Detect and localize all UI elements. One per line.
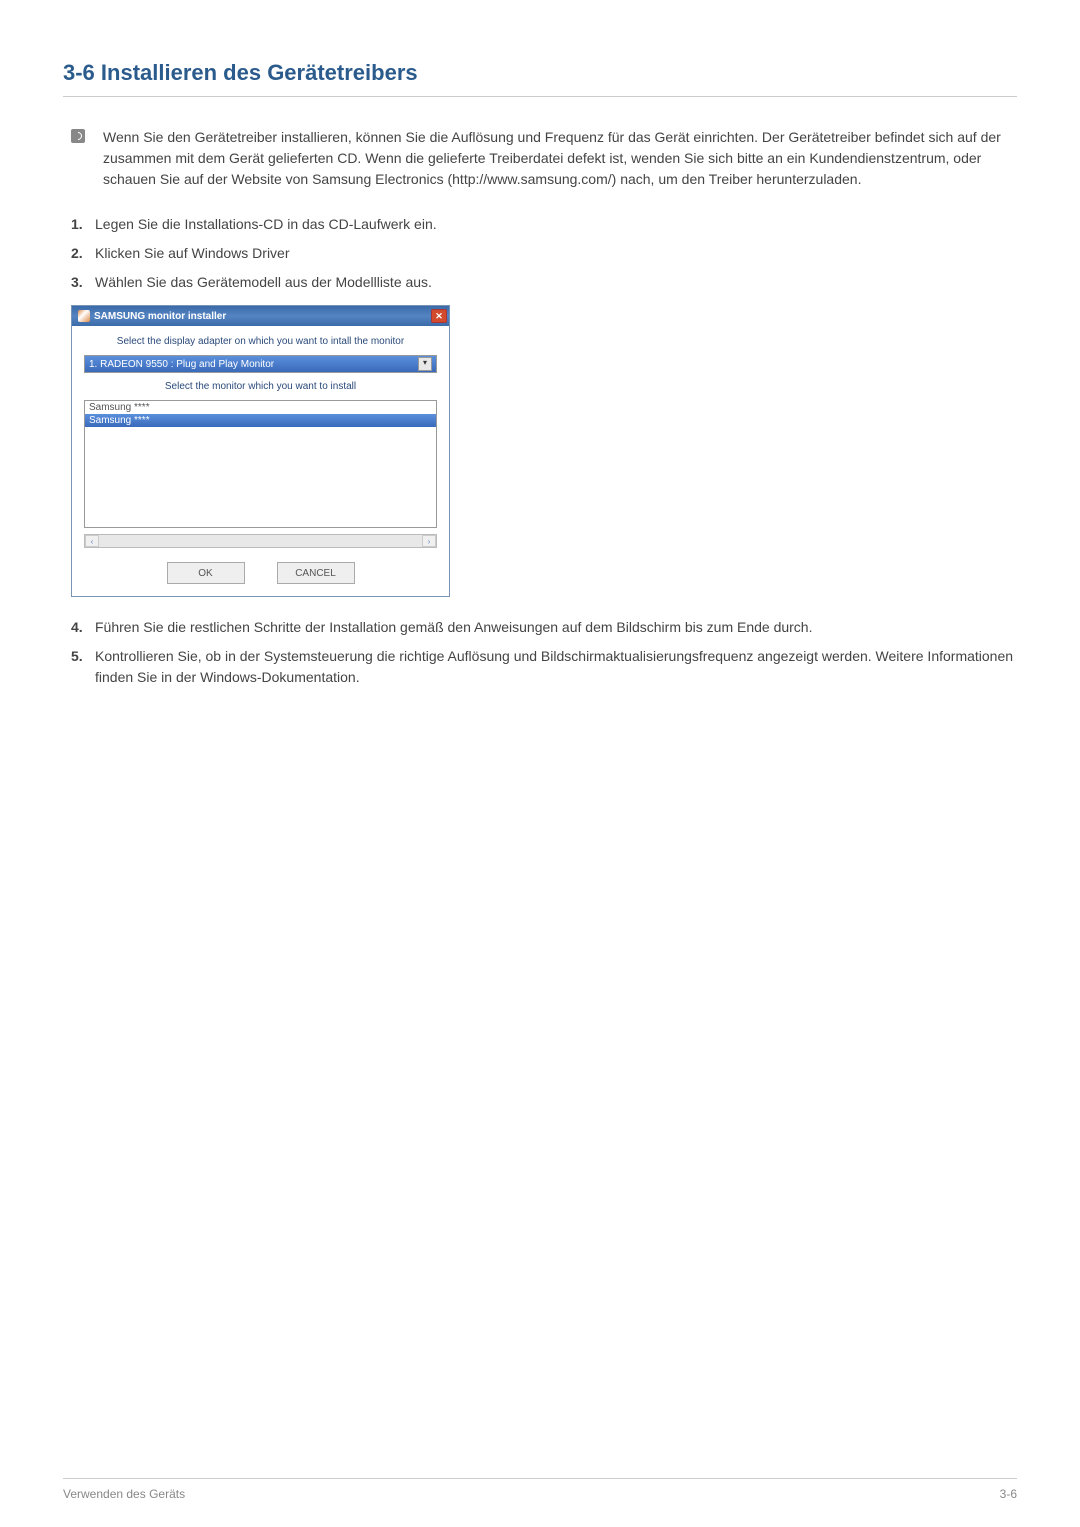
footer-right: 3-6: [1000, 1487, 1017, 1501]
scroll-right-icon[interactable]: ›: [422, 535, 436, 547]
step-2: Klicken Sie auf Windows Driver: [63, 243, 1017, 264]
close-icon[interactable]: ✕: [431, 309, 447, 323]
note-text: Wenn Sie den Gerätetreiber installieren,…: [103, 127, 1017, 190]
installer-dialog-screenshot: SAMSUNG monitor installer ✕ Select the d…: [71, 305, 1017, 597]
install-steps: Legen Sie die Installations-CD in das CD…: [63, 214, 1017, 293]
list-item[interactable]: Samsung ****: [85, 401, 436, 414]
adapter-select[interactable]: 1. RADEON 9550 : Plug and Play Monitor ▾: [84, 355, 437, 373]
install-steps-cont: Führen Sie die restlichen Schritte der I…: [63, 617, 1017, 688]
adapter-select-value: 1. RADEON 9550 : Plug and Play Monitor: [89, 359, 418, 370]
scroll-track[interactable]: [99, 535, 422, 547]
note-icon: [71, 129, 85, 143]
installer-dialog: SAMSUNG monitor installer ✕ Select the d…: [71, 305, 450, 597]
monitor-listbox[interactable]: Samsung **** Samsung ****: [84, 400, 437, 528]
footer-left: Verwenden des Geräts: [63, 1487, 185, 1501]
chevron-down-icon[interactable]: ▾: [418, 357, 432, 371]
ok-button[interactable]: OK: [167, 562, 245, 584]
dialog-body: Select the display adapter on which you …: [72, 326, 449, 596]
section-heading: 3-6 Installieren des Gerätetreibers: [63, 60, 1017, 97]
monitor-label: Select the monitor which you want to ins…: [84, 381, 437, 392]
step-4: Führen Sie die restlichen Schritte der I…: [63, 617, 1017, 638]
scroll-left-icon[interactable]: ‹: [85, 535, 99, 547]
page-footer: Verwenden des Geräts 3-6: [63, 1478, 1017, 1501]
adapter-label: Select the display adapter on which you …: [84, 336, 437, 347]
dialog-titlebar: SAMSUNG monitor installer ✕: [72, 306, 449, 326]
step-5: Kontrollieren Sie, ob in der Systemsteue…: [63, 646, 1017, 688]
dialog-title: SAMSUNG monitor installer: [94, 311, 431, 322]
step-3: Wählen Sie das Gerätemodell aus der Mode…: [63, 272, 1017, 293]
step-1: Legen Sie die Installations-CD in das CD…: [63, 214, 1017, 235]
list-item[interactable]: Samsung ****: [85, 414, 436, 427]
dialog-button-row: OK CANCEL: [84, 562, 437, 584]
horizontal-scrollbar[interactable]: ‹ ›: [84, 534, 437, 548]
cancel-button[interactable]: CANCEL: [277, 562, 355, 584]
dialog-sysicon: [78, 310, 90, 322]
note-block: Wenn Sie den Gerätetreiber installieren,…: [63, 127, 1017, 190]
